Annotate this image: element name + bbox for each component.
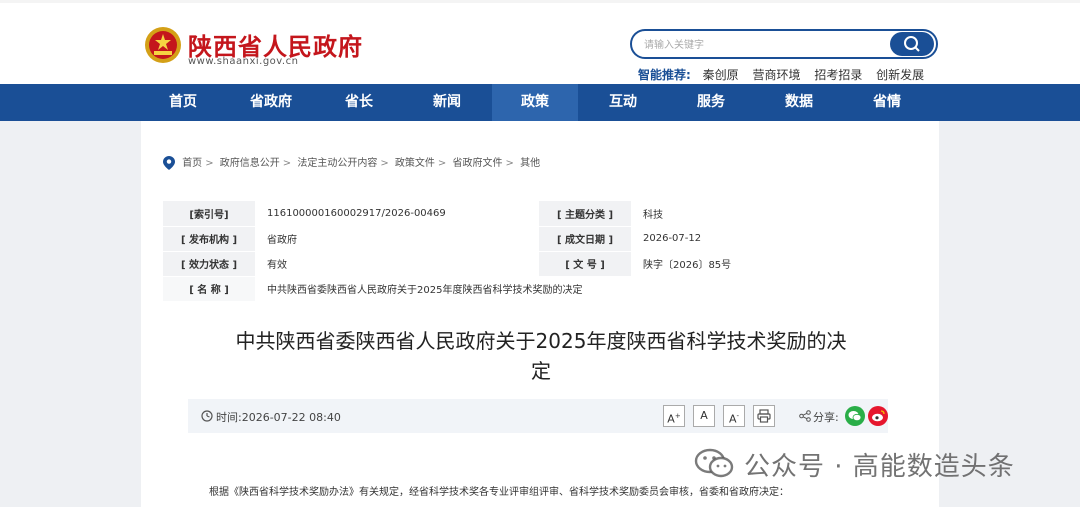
- clock-icon: [201, 410, 213, 422]
- breadcrumb-other: 其他: [520, 158, 541, 169]
- time-label: 时间:: [216, 411, 242, 424]
- name-label: [ 名 称 ]: [163, 276, 255, 302]
- share-icon: [799, 410, 811, 422]
- hot-recommend-label: 智能推荐:: [638, 68, 691, 82]
- font-large-label: A: [667, 412, 675, 426]
- search-input[interactable]: [644, 35, 884, 55]
- article-body-paragraph: 根据《陕西省科学技术奖励办法》有关规定，经省科学技术奖各专业评审组评审、省科学技…: [209, 487, 789, 498]
- date-value: 2026-07-12: [631, 226, 915, 252]
- breadcrumb-public-content[interactable]: 法定主动公开内容: [297, 158, 377, 169]
- watermark-text: 公众号 · 高能数造头条: [744, 452, 1015, 482]
- hot-item-business-env[interactable]: 营商环境: [752, 68, 800, 82]
- site-url: www.shaanxi.gov.cn: [188, 56, 299, 67]
- wechat-icon: [848, 411, 862, 422]
- nav-home[interactable]: 首页: [140, 84, 226, 121]
- site-logo[interactable]: 陕西省人民政府 www.shaanxi.gov.cn: [144, 23, 364, 73]
- breadcrumb-provincial-files[interactable]: 省政府文件: [453, 158, 503, 169]
- breadcrumb: 首页 > 政府信息公开 > 法定主动公开内容 > 政策文件 > 省政府文件 > 其他: [163, 154, 540, 170]
- font-medium-label: A: [700, 409, 708, 422]
- issuer-label: [ 发布机构 ]: [163, 226, 255, 252]
- hot-item-recruitment[interactable]: 招考招录: [814, 68, 862, 82]
- article-toolbar: 时间:2026-07-22 08:40 A+ A A- 分享:: [188, 399, 888, 433]
- font-large-button[interactable]: A+: [663, 405, 685, 427]
- font-small-button[interactable]: A-: [723, 405, 745, 427]
- location-pin-icon: [163, 156, 175, 170]
- nav-governor[interactable]: 省长: [316, 84, 402, 121]
- index-label: [索引号]: [163, 201, 255, 227]
- document-meta-table: [索引号] 116100000160002917/2026-00469 [ 主题…: [163, 201, 915, 302]
- breadcrumb-policy-files[interactable]: 政策文件: [395, 158, 435, 169]
- printer-icon: [757, 409, 771, 423]
- nav-policy[interactable]: 政策: [492, 84, 578, 121]
- nav-data[interactable]: 数据: [756, 84, 842, 121]
- index-value: 116100000160002917/2026-00469: [255, 201, 539, 227]
- share-label: 分享:: [813, 411, 839, 424]
- breadcrumb-gov-info[interactable]: 政府信息公开: [220, 158, 280, 169]
- nav-province-info[interactable]: 省情: [844, 84, 930, 121]
- name-value: 中共陕西省委陕西省人民政府关于2025年度陕西省科学技术奖励的决定: [255, 276, 915, 302]
- status-label: [ 效力状态 ]: [163, 251, 255, 277]
- weibo-share-button[interactable]: [868, 406, 888, 426]
- site-header: 陕西省人民政府 www.shaanxi.gov.cn 智能推荐: 秦创原 营商环…: [0, 0, 1080, 84]
- date-label: [ 成文日期 ]: [539, 226, 631, 252]
- search-box: [630, 29, 938, 59]
- wechat-share-button[interactable]: [845, 406, 865, 426]
- hot-item-qinchuangyuan[interactable]: 秦创原: [703, 68, 739, 82]
- topic-value: 科技: [631, 201, 915, 227]
- docno-label: [ 文 号 ]: [539, 251, 631, 277]
- docno-value: 陕字〔2026〕85号: [631, 251, 915, 277]
- hot-item-innovation[interactable]: 创新发展: [876, 68, 924, 82]
- article-title-line2: 定: [531, 359, 551, 383]
- article-title-line1: 中共陕西省委陕西省人民政府关于2025年度陕西省科学技术奖励的决: [235, 329, 847, 353]
- nav-service[interactable]: 服务: [668, 84, 754, 121]
- font-small-label: A: [728, 412, 737, 426]
- national-emblem-icon: [145, 27, 181, 63]
- publish-time: 时间:2026-07-22 08:40: [216, 409, 341, 425]
- time-value: 2026-07-22 08:40: [241, 411, 341, 424]
- hot-recommend: 智能推荐: 秦创原 营商环境 招考招录 创新发展: [638, 66, 934, 83]
- font-medium-button[interactable]: A: [693, 405, 715, 427]
- nav-government[interactable]: 省政府: [228, 84, 314, 121]
- weibo-icon: [872, 410, 885, 422]
- breadcrumb-home[interactable]: 首页: [182, 158, 202, 169]
- status-value: 有效: [255, 251, 539, 277]
- topic-label: [ 主题分类 ]: [539, 201, 631, 227]
- search-icon: [904, 36, 920, 52]
- nav-news[interactable]: 新闻: [404, 84, 490, 121]
- search-button[interactable]: [890, 32, 934, 56]
- wechat-watermark-icon: [694, 448, 734, 478]
- article-title: 中共陕西省委陕西省人民政府关于2025年度陕西省科学技术奖励的决 定: [201, 326, 881, 386]
- nav-interaction[interactable]: 互动: [580, 84, 666, 121]
- print-button[interactable]: [753, 405, 775, 427]
- main-nav: 首页 省政府 省长 新闻 政策 互动 服务 数据 省情: [0, 84, 1080, 121]
- issuer-value: 省政府: [255, 226, 539, 252]
